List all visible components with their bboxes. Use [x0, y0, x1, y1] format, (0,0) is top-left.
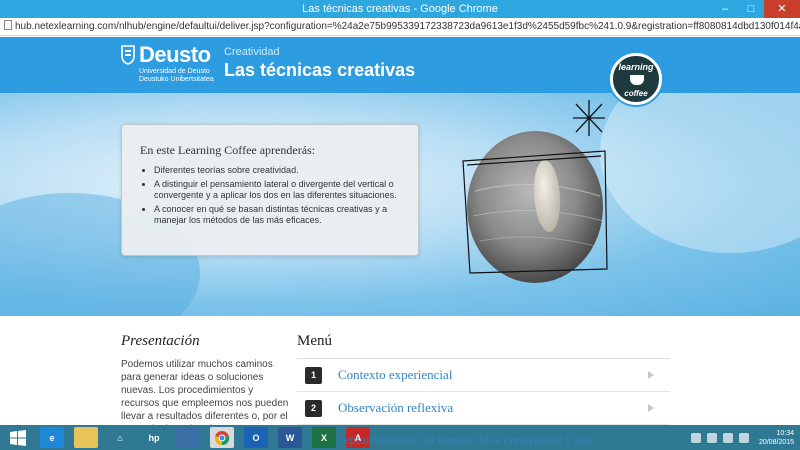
close-button[interactable]: ✕	[764, 0, 800, 18]
menu-item-label[interactable]: Observación reflexiva	[338, 400, 453, 416]
presentation-heading: Presentación	[121, 333, 200, 349]
objectives-list: Diferentes teorías sobre creatividad. A …	[140, 165, 404, 226]
taskbar-app-internet-explorer-icon[interactable]: e	[40, 427, 64, 448]
windows-logo-icon	[10, 429, 26, 446]
menu-item-label[interactable]: Contexto experiencial	[338, 367, 452, 383]
hero-banner: En este Learning Coffee aprenderás: Dife…	[0, 93, 800, 316]
stone-illustration	[462, 131, 608, 283]
taskbar-app-home-icon[interactable]: ⌂	[108, 427, 132, 448]
taskbar-app-file-explorer-icon[interactable]	[74, 427, 98, 448]
menu-item-contexto-experiencial[interactable]: 1 Contexto experiencial	[297, 359, 670, 392]
clock-date: 20/08/2015	[758, 438, 794, 446]
system-tray: 10:34 20/08/2015	[685, 425, 794, 450]
taskbar-app-blue-icon[interactable]	[176, 427, 200, 448]
taskbar-app-outlook-icon[interactable]: O	[244, 427, 268, 448]
tray-icon[interactable]	[706, 432, 717, 443]
chevron-right-icon	[648, 404, 654, 412]
page-title: Las técnicas creativas	[224, 60, 416, 80]
clock-time: 10:34	[776, 429, 794, 437]
presentation-section: Presentación Podemos utilizar muchos cam…	[121, 333, 291, 425]
taskbar-app-excel-icon[interactable]: X	[312, 427, 336, 448]
star-doodle	[573, 100, 605, 136]
brand-subtitle-eu: Deustuko Unibertsitatea	[139, 76, 214, 83]
tray-icon[interactable]	[690, 432, 701, 443]
taskbar-app-hp-icon[interactable]: hp	[142, 427, 166, 448]
objectives-box: En este Learning Coffee aprenderás: Dife…	[121, 124, 419, 256]
menu-item-peek-text: ceptualización: las teorías de la creati…	[338, 432, 592, 447]
window-controls: – □ ✕	[712, 0, 800, 18]
menu-item-number: 1	[305, 366, 322, 384]
page-icon	[4, 20, 12, 30]
url-text[interactable]: hub.netexlearning.com/nlhub/engine/defau…	[15, 21, 800, 32]
taskbar-app-chrome-icon[interactable]	[210, 427, 234, 448]
window-titlebar[interactable]: Las técnicas creativas - Google Chrome –…	[0, 0, 800, 18]
menu-heading: Menú	[297, 333, 670, 359]
taskbar-clock[interactable]: 10:34 20/08/2015	[759, 429, 794, 447]
objective-item: A distinguir el pensamiento lateral o di…	[154, 179, 404, 201]
main-content: Presentación Podemos utilizar muchos cam…	[0, 316, 800, 425]
window-title: Las técnicas creativas - Google Chrome	[302, 3, 498, 15]
menu-item-observacion-reflexiva[interactable]: 2 Observación reflexiva	[297, 392, 670, 425]
menu-section: Menú 1 Contexto experiencial 2 Observaci…	[297, 333, 670, 425]
minimize-button[interactable]: –	[712, 0, 738, 18]
coffee-cup-icon	[630, 75, 644, 85]
chevron-right-icon	[648, 371, 654, 379]
taskbar-app-word-icon[interactable]: W	[278, 427, 302, 448]
brand-name: Deusto	[139, 42, 211, 67]
start-icon[interactable]	[6, 427, 30, 448]
address-bar[interactable]: hub.netexlearning.com/nlhub/engine/defau…	[0, 18, 800, 36]
chrome-logo-icon	[214, 430, 230, 445]
objective-item: A conocer en qué se basan distintas técn…	[154, 204, 404, 226]
presentation-text: Podemos utilizar muchos caminos para gen…	[121, 359, 289, 425]
objective-item: Diferentes teorías sobre creatividad.	[154, 165, 404, 176]
objectives-heading: En este Learning Coffee aprenderás:	[140, 143, 316, 157]
maximize-button[interactable]: □	[738, 0, 764, 18]
tray-icon[interactable]	[738, 432, 749, 443]
learning-coffee-badge: learning coffee	[610, 53, 662, 105]
deusto-shield-icon	[121, 45, 135, 65]
badge-text-bottom: coffee	[624, 89, 648, 98]
brand-subtitle-es: Universidad de Deusto	[139, 68, 210, 75]
page-header: Deusto Universidad de Deusto Deustuko Un…	[0, 37, 800, 93]
course-category: Creatividad	[224, 46, 280, 58]
tray-icon[interactable]	[722, 432, 733, 443]
badge-text-top: learning	[618, 62, 654, 72]
watercolor-splash	[600, 93, 800, 253]
menu-item-number: 2	[305, 399, 322, 417]
